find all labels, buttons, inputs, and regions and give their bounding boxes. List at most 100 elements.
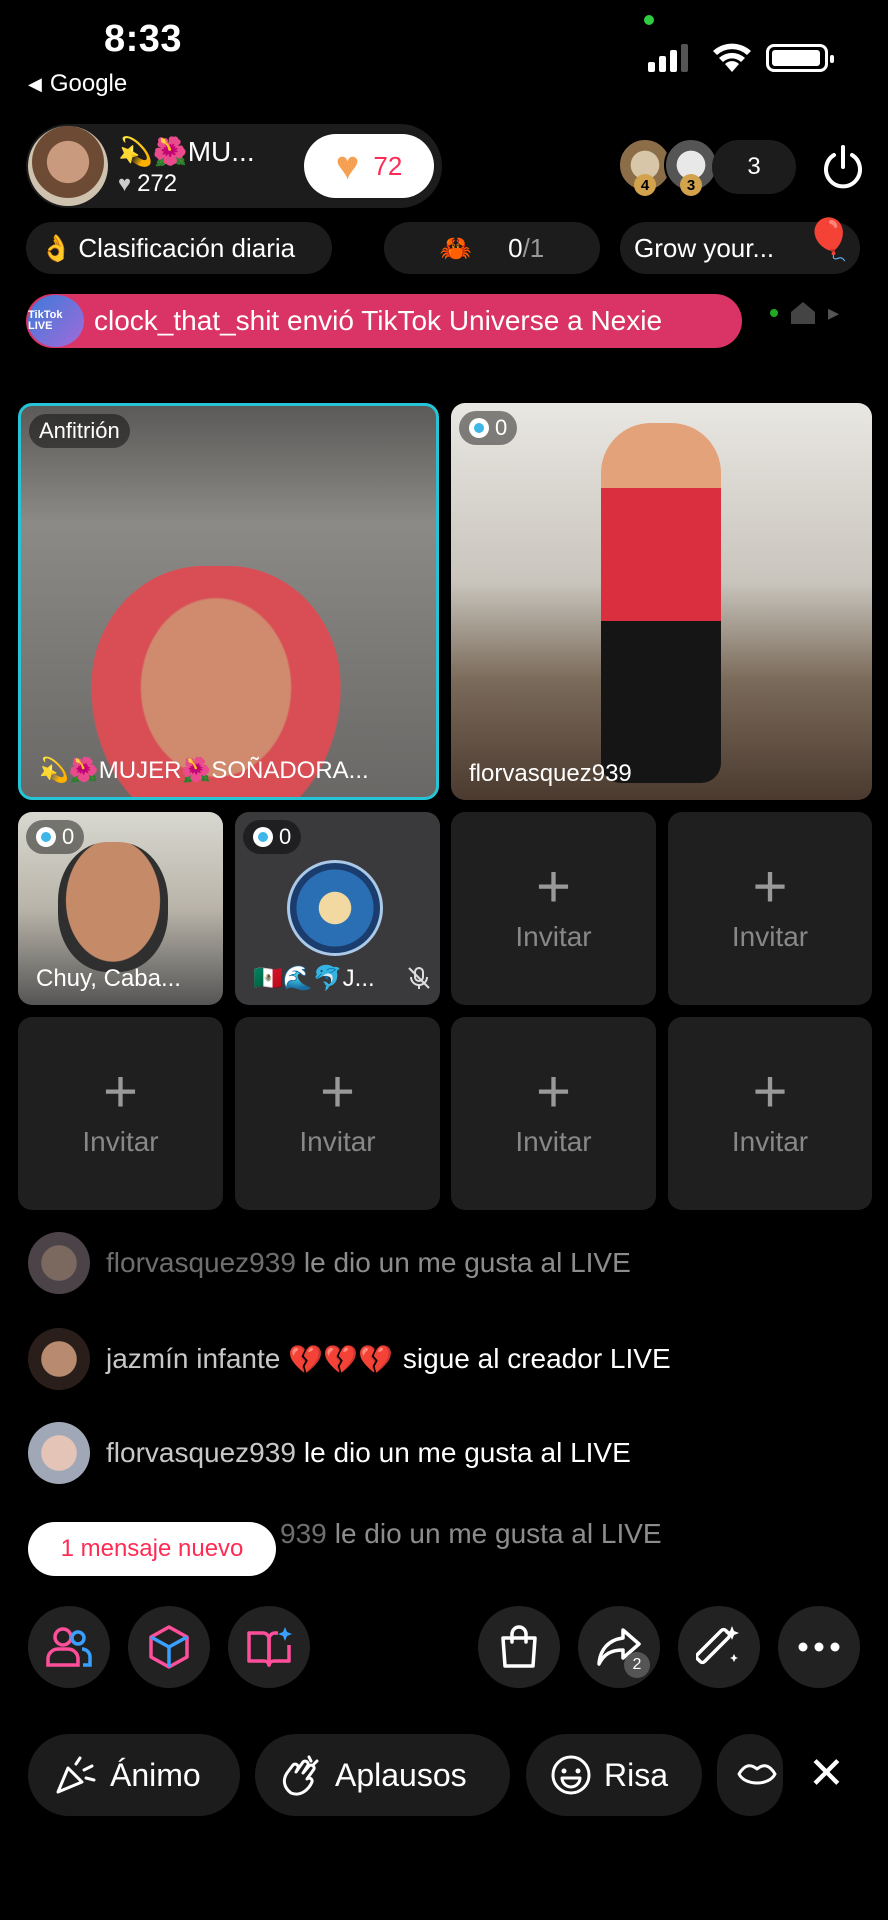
magic-wand-icon <box>696 1626 739 1665</box>
reaction-label: Risa <box>604 1756 669 1793</box>
guest-name: florvasquez939 <box>469 760 632 787</box>
guest-video <box>58 842 168 972</box>
guest-avatar-logo <box>287 860 383 956</box>
reaction-label: Aplausos <box>335 1756 467 1793</box>
banner-indicators: ▸ <box>770 300 839 326</box>
close-reactions-button[interactable]: ✕ <box>808 1752 845 1796</box>
daily-ranking-label: Clasificación diaria <box>78 232 296 263</box>
viewer-count[interactable]: 3 <box>712 140 796 194</box>
invite-label: Invitar <box>515 1125 592 1157</box>
reaction-applause-button[interactable]: Aplausos <box>255 1734 510 1816</box>
crab-icon: 🦀 <box>439 232 473 263</box>
host-profile-pill[interactable]: 💫🌺MU... ♥ 272 ♥ 72 <box>26 124 442 208</box>
invite-slot[interactable]: + Invitar <box>668 1017 872 1210</box>
host-avatar[interactable] <box>28 126 108 206</box>
plus-icon: + <box>319 1057 356 1125</box>
grow-your-pill[interactable]: Grow your... 🎈 <box>620 218 860 274</box>
reaction-cheer-button[interactable]: Ánimo <box>28 1734 240 1816</box>
ellipsis-icon <box>798 1642 840 1652</box>
goal-pill[interactable]: 🦀 0/1 <box>384 222 600 274</box>
invite-slot[interactable]: + Invitar <box>235 1017 440 1210</box>
commenter-avatar[interactable] <box>28 1422 90 1484</box>
gift-banner-text: clock_that_shit envió TikTok Universe a … <box>94 305 663 336</box>
host-likes: ♥ 272 <box>118 170 278 198</box>
top-viewers[interactable]: 4 3 <box>618 138 718 196</box>
end-live-button[interactable] <box>818 140 868 194</box>
co-hosts-button[interactable] <box>28 1606 110 1688</box>
invite-slot[interactable]: + Invitar <box>451 1017 656 1210</box>
wifi-icon <box>713 43 751 72</box>
back-arrow-icon: ◀ <box>28 73 42 94</box>
cellular-signal-icon <box>648 44 688 72</box>
viewer-rank-badge: 3 <box>680 174 702 196</box>
comment-item[interactable]: florvasquez939 le dio un me gusta al LIV… <box>28 1422 631 1484</box>
comment-item[interactable]: florvasquez939 le dio un me gusta al LIV… <box>28 1232 631 1294</box>
ok-hand-icon: 👌 <box>40 232 73 263</box>
guest-coin-badge: 0 <box>26 820 85 854</box>
host-badge: Anfitrión <box>29 414 130 448</box>
comment-text: le dio un me gusta al LIVE <box>334 1518 662 1549</box>
viewer-rank-badge: 4 <box>634 174 656 196</box>
comment-text: le dio un me gusta al LIVE <box>303 1437 631 1468</box>
share-button[interactable]: 2 <box>578 1606 660 1688</box>
gallery-button[interactable] <box>228 1606 310 1688</box>
comment-text: le dio un me gusta al LIVE <box>303 1247 631 1278</box>
power-icon <box>824 145 862 189</box>
follow-button[interactable]: ♥ 72 <box>304 134 434 198</box>
gift-banner[interactable]: TikTok LIVE clock_that_shit envió TikTok… <box>26 294 742 348</box>
lips-icon <box>737 1764 777 1785</box>
comment-user[interactable]: florvasquez939 <box>106 1437 296 1469</box>
invite-label: Invitar <box>515 920 592 952</box>
balloon-icon: 🎈 <box>804 218 854 262</box>
comment-user[interactable]: florvasquez939 <box>106 1247 296 1279</box>
camera-indicator-icon <box>644 15 654 25</box>
reaction-laugh-button[interactable]: Risa <box>526 1734 702 1816</box>
comment-item[interactable]: 939 le dio un me gusta al LIVE <box>280 1518 662 1550</box>
guest-coin-count: 0 <box>62 824 75 849</box>
invite-slot[interactable]: + Invitar <box>451 812 656 1005</box>
broken-heart-icon: 💔💔💔 <box>288 1343 393 1375</box>
mic-muted-icon <box>408 967 430 989</box>
new-message-button[interactable]: 1 mensaje nuevo <box>28 1522 276 1576</box>
host-name: 💫🌺MU... <box>118 135 255 167</box>
comment-user[interactable]: jazmín infante <box>106 1343 280 1375</box>
guest-coin-badge: 0 <box>243 820 302 854</box>
goal-total: /1 <box>522 232 545 263</box>
cube-icon <box>149 1625 189 1669</box>
guest-video-slot[interactable]: 0 Chuy, Caba... <box>18 812 223 1005</box>
invite-label: Invitar <box>299 1125 376 1157</box>
guest-name: 🇲🇽🌊🐬J... <box>253 965 375 992</box>
guest-video-slot[interactable]: 0 🇲🇽🌊🐬J... <box>235 812 440 1005</box>
invite-slot[interactable]: + Invitar <box>668 812 872 1005</box>
invite-slot[interactable]: + Invitar <box>18 1017 223 1210</box>
host-likes-count: 272 <box>137 169 178 197</box>
coin-icon <box>469 418 489 438</box>
guest-name: Chuy, Caba... <box>36 965 181 992</box>
host-video-slot[interactable]: Anfitrión 💫🌺MUJER🌺SOÑADORA... <box>18 403 439 800</box>
tiktok-live-gift-icon: TikTok LIVE <box>28 295 84 347</box>
daily-ranking-pill[interactable]: 👌 Clasificación diaria <box>26 222 332 274</box>
guest-video-slot[interactable]: 0 florvasquez939 <box>451 403 872 800</box>
commenter-avatar[interactable] <box>28 1328 90 1390</box>
share-count: 2 <box>624 1652 650 1678</box>
comment-item[interactable]: jazmín infante 💔💔💔 sigue al creador LIVE <box>28 1328 671 1390</box>
comment-user[interactable]: 939 <box>280 1518 327 1550</box>
back-to-google-link[interactable]: ◀ Google <box>28 70 127 98</box>
goal-current: 0 <box>508 232 523 263</box>
shop-button[interactable] <box>478 1606 560 1688</box>
guest-coin-count: 0 <box>279 824 292 849</box>
more-options-button[interactable] <box>778 1606 860 1688</box>
invite-label: Invitar <box>82 1125 159 1157</box>
reaction-label: Ánimo <box>110 1756 201 1793</box>
heart-icon: ♥ <box>118 170 132 196</box>
host-slot-name: 💫🌺MUJER🌺SOÑADORA... <box>39 757 369 784</box>
commenter-avatar[interactable] <box>28 1232 90 1294</box>
magic-button[interactable] <box>678 1606 760 1688</box>
comment-text: sigue al creador LIVE <box>402 1343 671 1374</box>
reaction-kiss-button[interactable] <box>717 1734 783 1816</box>
status-time: 8:33 <box>104 18 183 60</box>
chevron-right-icon: ▸ <box>828 300 840 325</box>
effects-button[interactable] <box>128 1606 210 1688</box>
invite-label: Invitar <box>731 1125 809 1157</box>
guest-video <box>601 423 721 783</box>
